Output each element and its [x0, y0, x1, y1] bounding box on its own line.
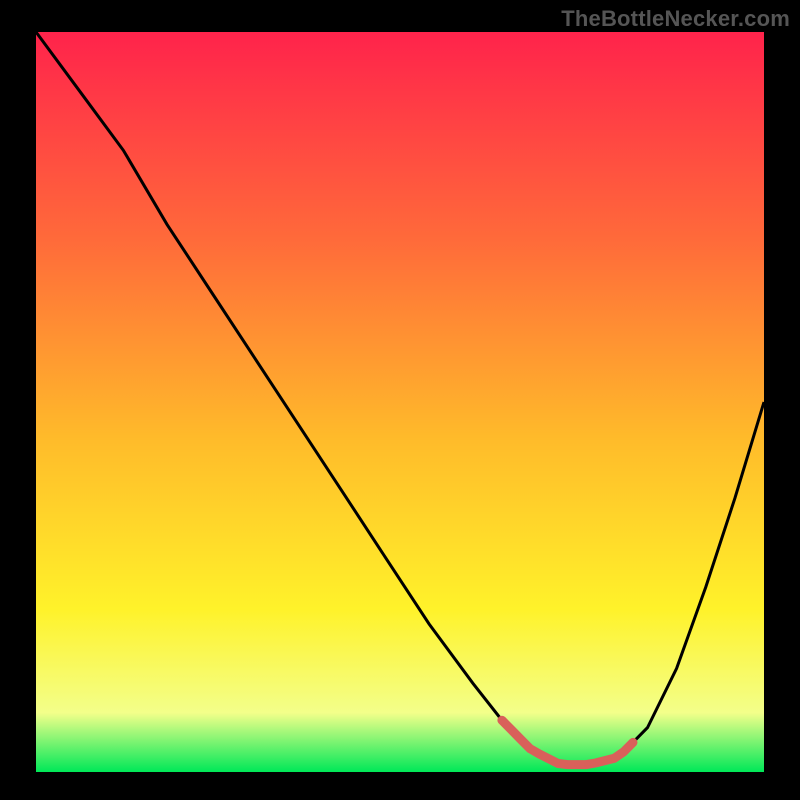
plot-area	[36, 32, 764, 772]
chart-svg	[0, 0, 800, 800]
chart-frame: { "watermark": "TheBottleNecker.com", "c…	[0, 0, 800, 800]
watermark: TheBottleNecker.com	[561, 6, 790, 32]
